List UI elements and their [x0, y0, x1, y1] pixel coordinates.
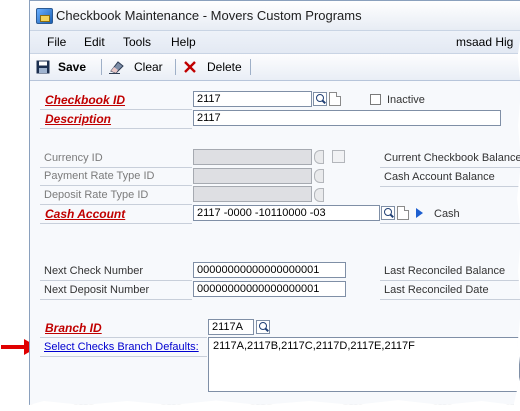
- deposit-rate-lookup-icon: [314, 188, 324, 202]
- menu-file[interactable]: File: [47, 35, 66, 49]
- row-divider: [40, 128, 192, 129]
- description-label: Description: [45, 112, 112, 126]
- cash-account-label: Cash Account: [45, 207, 126, 221]
- last-reconciled-balance-label: Last Reconciled Balance: [384, 265, 506, 277]
- menu-bar: File Edit Tools Help msaad Hig: [30, 31, 520, 54]
- select-checks-branch-defaults-link[interactable]: Select Checks Branch Defaults:: [44, 341, 199, 353]
- next-deposit-number-field[interactable]: 00000000000000000001: [193, 281, 346, 297]
- row-divider: [380, 186, 520, 187]
- save-label: Save: [58, 60, 87, 74]
- last-reconciled-date-label: Last Reconciled Date: [384, 284, 489, 296]
- window-title: Checkbook Maintenance - Movers Custom Pr…: [56, 8, 362, 23]
- title-bar: Checkbook Maintenance - Movers Custom Pr…: [30, 1, 520, 31]
- save-icon: [36, 60, 50, 74]
- cash-account-lookup-icon[interactable]: [381, 206, 395, 220]
- branch-defaults-textarea[interactable]: 2117A,2117B,2117C,2117D,2117E,2117F: [208, 337, 520, 392]
- deposit-rate-type-label: Deposit Rate Type ID: [44, 189, 149, 201]
- checkbook-id-label: Checkbook ID: [45, 93, 126, 107]
- checkbook-id-lookup-icon[interactable]: [313, 92, 327, 106]
- delete-button[interactable]: Delete: [183, 58, 242, 76]
- delete-x-icon: [184, 61, 196, 73]
- next-check-number-field[interactable]: 00000000000000000001: [193, 262, 346, 278]
- clear-button[interactable]: Clear: [109, 58, 163, 76]
- row-divider: [380, 223, 520, 224]
- expand-arrow-icon[interactable]: [416, 208, 423, 218]
- row-divider: [40, 185, 192, 186]
- cash-account-description: Cash: [434, 208, 460, 220]
- payment-rate-type-field: [193, 168, 312, 184]
- row-divider: [380, 299, 520, 300]
- next-check-number-label: Next Check Number: [44, 265, 144, 277]
- next-deposit-number-label: Next Deposit Number: [44, 284, 150, 296]
- toolbar-separator: [250, 59, 251, 75]
- payment-rate-type-label: Payment Rate Type ID: [44, 170, 155, 182]
- row-divider: [40, 109, 192, 110]
- cash-account-note-icon[interactable]: [397, 206, 409, 220]
- branch-id-lookup-icon[interactable]: [256, 320, 270, 334]
- branch-id-label: Branch ID: [45, 321, 102, 335]
- inactive-label: Inactive: [387, 94, 425, 106]
- row-divider: [380, 280, 520, 281]
- row-divider: [40, 204, 192, 205]
- description-field[interactable]: 2117: [193, 110, 501, 126]
- currency-id-label: Currency ID: [44, 152, 103, 164]
- clear-label: Clear: [134, 60, 163, 74]
- checkbook-id-field[interactable]: 2117: [193, 91, 312, 107]
- row-divider: [40, 337, 207, 338]
- menu-tools[interactable]: Tools: [123, 35, 151, 49]
- row-divider: [40, 299, 192, 300]
- row-divider: [40, 167, 192, 168]
- delete-label: Delete: [207, 60, 242, 74]
- user-name: msaad Hig: [456, 35, 514, 49]
- eraser-icon: [109, 61, 124, 74]
- menu-help[interactable]: Help: [171, 35, 196, 49]
- row-divider: [40, 280, 192, 281]
- row-divider: [380, 167, 520, 168]
- cash-account-field[interactable]: 2117 -0000 -10110000 -03: [193, 205, 380, 221]
- checkbook-id-note-icon[interactable]: [329, 92, 341, 106]
- toolbar-separator: [175, 59, 176, 75]
- toolbar-separator: [101, 59, 102, 75]
- currency-note-icon: [332, 150, 345, 163]
- toolbar: Save Clear Delete: [30, 54, 520, 81]
- app-icon: [36, 8, 53, 24]
- row-divider: [40, 223, 192, 224]
- cash-account-balance-label: Cash Account Balance: [384, 171, 495, 183]
- current-checkbook-balance-label: Current Checkbook Balance: [384, 152, 520, 164]
- branch-id-field[interactable]: 2117A: [208, 319, 254, 335]
- save-button[interactable]: Save: [36, 58, 86, 76]
- menu-edit[interactable]: Edit: [84, 35, 105, 49]
- currency-id-field: [193, 149, 312, 165]
- payment-rate-lookup-icon: [314, 169, 324, 183]
- row-divider: [40, 356, 207, 357]
- checkbook-maintenance-window: Checkbook Maintenance - Movers Custom Pr…: [29, 0, 520, 405]
- inactive-checkbox[interactable]: [370, 94, 381, 105]
- deposit-rate-type-field: [193, 186, 312, 202]
- currency-lookup-icon: [314, 150, 324, 164]
